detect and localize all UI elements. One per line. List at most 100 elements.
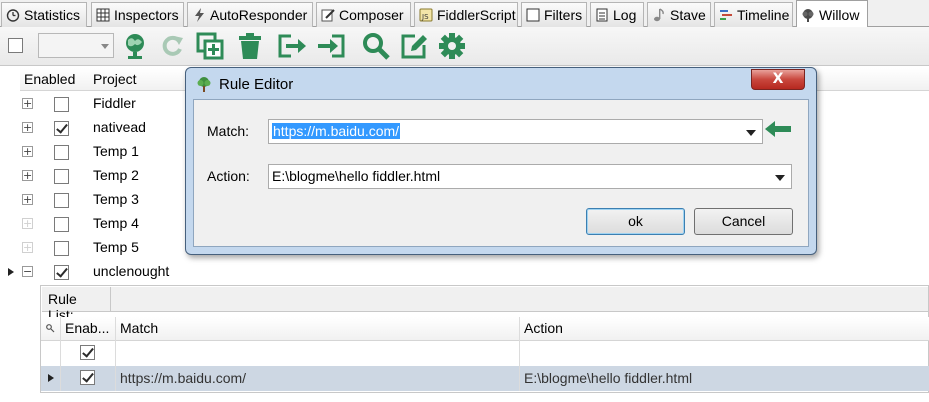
enabled-checkbox[interactable] — [54, 193, 69, 208]
trash-icon[interactable] — [235, 31, 265, 61]
export-icon[interactable] — [277, 31, 307, 61]
enabled-checkbox[interactable] — [54, 265, 69, 280]
enabled-checkbox[interactable] — [54, 241, 69, 256]
expand-toggle[interactable]: + — [22, 194, 33, 205]
key-icon — [41, 317, 61, 341]
match-combobox[interactable]: https://m.baidu.com/ — [268, 119, 763, 144]
tab-label: FiddlerScript — [437, 7, 516, 23]
tab-autoresponder[interactable]: AutoResponder — [187, 2, 313, 27]
enabled-checkbox[interactable] — [54, 121, 69, 136]
match-label: Match: — [207, 123, 250, 139]
row-header — [41, 341, 61, 366]
tab-log[interactable]: Log — [590, 2, 644, 27]
rule-row[interactable] — [41, 341, 929, 366]
project-name: Temp 1 — [93, 143, 139, 159]
enabled-checkbox[interactable] — [54, 97, 69, 112]
pencil-icon — [321, 8, 335, 22]
rule-action[interactable]: E:\blogme\hello fiddler.html — [520, 366, 928, 391]
project-name: Temp 5 — [93, 239, 139, 255]
project-name: nativead — [93, 119, 146, 135]
import-icon[interactable] — [316, 31, 346, 61]
project-name: Temp 2 — [93, 167, 139, 183]
match-value: https://m.baidu.com/ — [272, 123, 401, 139]
lightning-icon — [192, 8, 206, 22]
tab-label: Stave — [670, 7, 706, 23]
rule-list-header: Enab... Match Action — [41, 317, 929, 341]
expand-toggle[interactable]: + — [22, 242, 33, 253]
expand-toggle[interactable]: + — [22, 146, 33, 157]
rule-enabled-checkbox[interactable] — [80, 345, 95, 360]
tab-label: Log — [613, 7, 637, 23]
enabled-checkbox[interactable] — [54, 169, 69, 184]
column-header-project[interactable]: Project — [93, 71, 137, 87]
tab-label: Filters — [544, 7, 583, 23]
column-header-enabled[interactable]: Enab... — [61, 317, 116, 341]
expand-toggle[interactable]: + — [22, 170, 33, 181]
toolbar-checkbox[interactable] — [8, 38, 23, 53]
tree-icon — [196, 76, 212, 92]
collapse-toggle[interactable]: − — [22, 266, 33, 277]
rule-match[interactable] — [116, 341, 520, 366]
current-row-indicator-icon — [8, 268, 18, 276]
cancel-button[interactable]: Cancel — [694, 208, 793, 235]
current-row-indicator-icon — [48, 374, 58, 382]
arrow-left-icon — [765, 121, 791, 137]
dialog-title-bar[interactable]: Rule Editor X — [186, 68, 816, 100]
willow-tree-icon — [801, 8, 815, 22]
stopwatch-icon — [6, 8, 20, 22]
tab-timeline[interactable]: Timeline — [714, 2, 793, 27]
column-header-match[interactable]: Match — [116, 317, 520, 341]
tab-filters[interactable]: Filters — [521, 2, 587, 27]
tab-composer[interactable]: Composer — [316, 2, 411, 27]
project-row[interactable]: − unclenought — [0, 260, 929, 284]
rule-action[interactable] — [520, 341, 928, 366]
project-name: Fiddler — [93, 95, 136, 111]
tab-label: Composer — [339, 7, 404, 23]
tab-stave[interactable]: Stave — [647, 2, 711, 27]
tab-statistics[interactable]: Statistics — [1, 2, 87, 27]
music-note-icon — [652, 8, 666, 22]
edit-icon[interactable] — [399, 31, 429, 61]
tab-label: Willow — [819, 6, 860, 23]
dialog-title: Rule Editor — [219, 76, 294, 93]
globe-icon[interactable] — [120, 31, 150, 61]
project-name: Temp 3 — [93, 191, 139, 207]
script-icon: JS — [419, 8, 433, 22]
tab-willow[interactable]: Willow — [796, 0, 868, 28]
chevron-down-icon[interactable] — [775, 175, 785, 186]
expand-toggle[interactable]: + — [22, 122, 33, 133]
tab-fiddlerscript[interactable]: JS FiddlerScript — [414, 2, 518, 27]
rule-list-title-bar — [111, 287, 928, 312]
chevron-down-icon[interactable] — [746, 130, 756, 141]
rule-match[interactable]: https://m.baidu.com/ — [116, 366, 520, 391]
project-name: unclenought — [93, 263, 170, 279]
action-value: E:\blogme\hello fiddler.html — [272, 168, 441, 184]
toolbar-dropdown[interactable] — [38, 33, 114, 58]
enabled-checkbox[interactable] — [54, 217, 69, 232]
tab-inspectors[interactable]: Inspectors — [91, 2, 184, 27]
grid-icon — [96, 8, 110, 22]
action-combobox[interactable]: E:\blogme\hello fiddler.html — [268, 164, 792, 189]
dialog-body: Match: https://m.baidu.com/ Action: E:\b… — [193, 99, 809, 247]
enabled-checkbox[interactable] — [54, 145, 69, 160]
rule-enabled-checkbox[interactable] — [80, 370, 95, 385]
refresh-icon[interactable] — [157, 31, 187, 61]
svg-text:JS: JS — [421, 13, 429, 21]
expand-toggle[interactable]: + — [22, 218, 33, 229]
gear-icon[interactable] — [437, 31, 467, 61]
ok-button[interactable]: ok — [586, 208, 685, 235]
expand-toggle[interactable]: + — [22, 98, 33, 109]
duplicate-icon[interactable] — [195, 31, 225, 61]
rule-row[interactable]: https://m.baidu.com/ E:\blogme\hello fid… — [41, 366, 929, 391]
rule-editor-dialog: Rule Editor X Match: https://m.baidu.com… — [185, 67, 817, 255]
row-header — [41, 366, 61, 391]
column-header-enabled[interactable]: Enabled — [24, 71, 75, 87]
tab-label: Statistics — [24, 7, 81, 23]
search-icon[interactable] — [361, 31, 391, 61]
project-name: Temp 4 — [93, 215, 139, 231]
timeline-icon — [719, 8, 733, 22]
enabled-cell — [61, 366, 116, 391]
column-header-action[interactable]: Action — [520, 317, 928, 341]
tab-label: Inspectors — [114, 7, 179, 23]
close-button[interactable]: X — [751, 69, 805, 90]
